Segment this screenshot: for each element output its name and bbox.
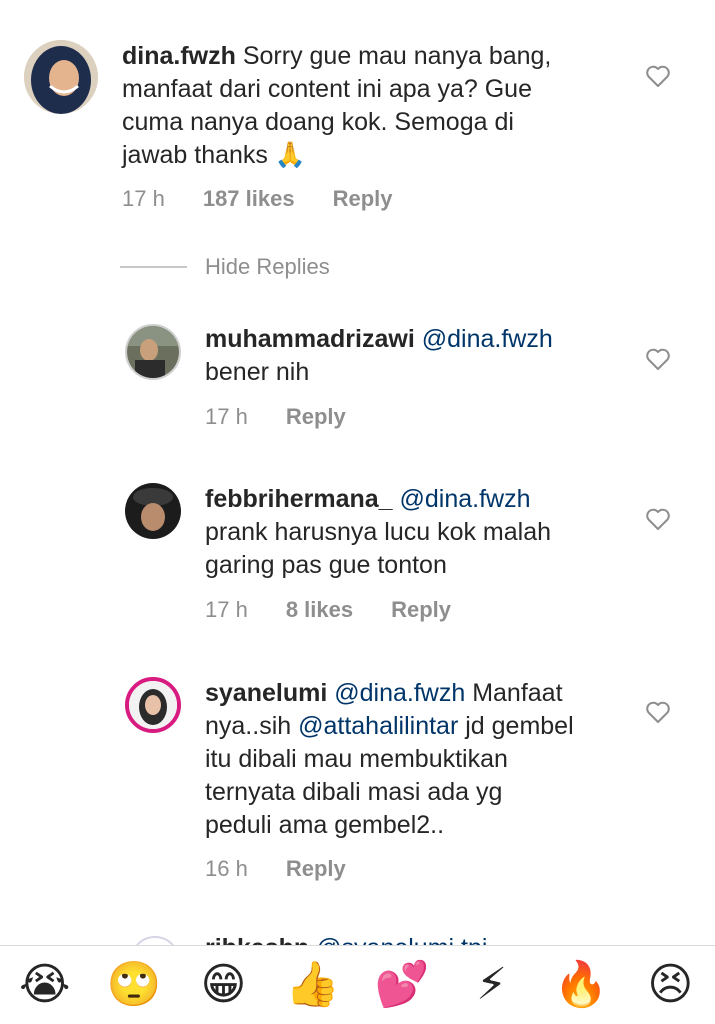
crying-face-emoji-button[interactable]: 😭 (15, 960, 75, 1010)
emoji-reaction-bar: 😭 🙄 😁 👍 💕 ⚡ 🔥 😣 (0, 945, 715, 1024)
comment-text: Sorry gue mau nanya bang, (242, 42, 552, 70)
mention-link[interactable]: @attahalilintar (298, 712, 458, 740)
heart-outline-icon[interactable] (645, 507, 671, 531)
hide-replies-toggle[interactable]: Hide Replies (120, 254, 330, 280)
comment-username[interactable]: febbrihermana_ (205, 485, 393, 513)
mention-link[interactable]: @dina.fwzh (400, 485, 531, 513)
hide-replies-label[interactable]: Hide Replies (205, 254, 330, 280)
comment-username[interactable]: dina.fwzh (122, 42, 236, 70)
comment-text: garing pas gue tonton (205, 551, 447, 579)
mention-link[interactable]: @dina.fwzh (422, 325, 553, 353)
mention-link[interactable]: @dina.fwzh (334, 679, 465, 707)
reply-button[interactable]: Reply (286, 404, 346, 430)
comment-text: manfaat dari content ini apa ya? Gue (122, 75, 532, 103)
avatar[interactable] (24, 40, 98, 114)
comment-text: Manfaat (472, 679, 563, 707)
comment-username[interactable]: muhammadrizawi (205, 325, 415, 353)
comment-text: cuma nanya doang kok. Semoga di (122, 108, 514, 136)
reply-button[interactable]: Reply (391, 597, 451, 623)
likes-count[interactable]: 8 likes (286, 597, 353, 623)
comment-text: bener nih (205, 358, 310, 386)
lightning-emoji-button[interactable]: ⚡ (462, 960, 522, 1010)
eye-roll-emoji-button[interactable]: 🙄 (104, 960, 164, 1010)
grin-emoji-button[interactable]: 😁 (193, 960, 253, 1010)
persevering-face-emoji-button[interactable]: 😣 (640, 960, 700, 1010)
comment-time: 17 h (205, 404, 248, 429)
comment-text: jawab thanks 🙏 (122, 141, 306, 169)
avatar[interactable] (125, 483, 181, 539)
comment-text: prank harusnya lucu kok malah (205, 518, 552, 546)
likes-count[interactable]: 187 likes (203, 186, 295, 212)
heart-outline-icon[interactable] (645, 700, 671, 724)
comment-time: 17 h (122, 186, 165, 211)
comment-time: 17 h (205, 597, 248, 622)
heart-outline-icon[interactable] (645, 347, 671, 371)
reply-button[interactable]: Reply (286, 856, 346, 882)
comment-text: ternyata dibali masi ada yg (205, 778, 503, 806)
comment-username[interactable]: syanelumi (205, 679, 327, 707)
hearts-emoji-button[interactable]: 💕 (372, 960, 432, 1010)
comment-text: peduli ama gembel2.. (205, 811, 445, 839)
comment-time: 16 h (205, 856, 248, 881)
avatar[interactable] (125, 324, 181, 380)
comment-text: nya..sih (205, 712, 299, 740)
comment-text: jd gembel (458, 712, 574, 740)
reply-button[interactable]: Reply (333, 186, 393, 212)
divider-line (120, 266, 187, 268)
heart-outline-icon[interactable] (645, 64, 671, 88)
fire-emoji-button[interactable]: 🔥 (551, 960, 611, 1010)
comment-text: itu dibali mau membuktikan (205, 745, 508, 773)
avatar[interactable] (125, 677, 181, 733)
thumbs-up-emoji-button[interactable]: 👍 (283, 960, 343, 1010)
